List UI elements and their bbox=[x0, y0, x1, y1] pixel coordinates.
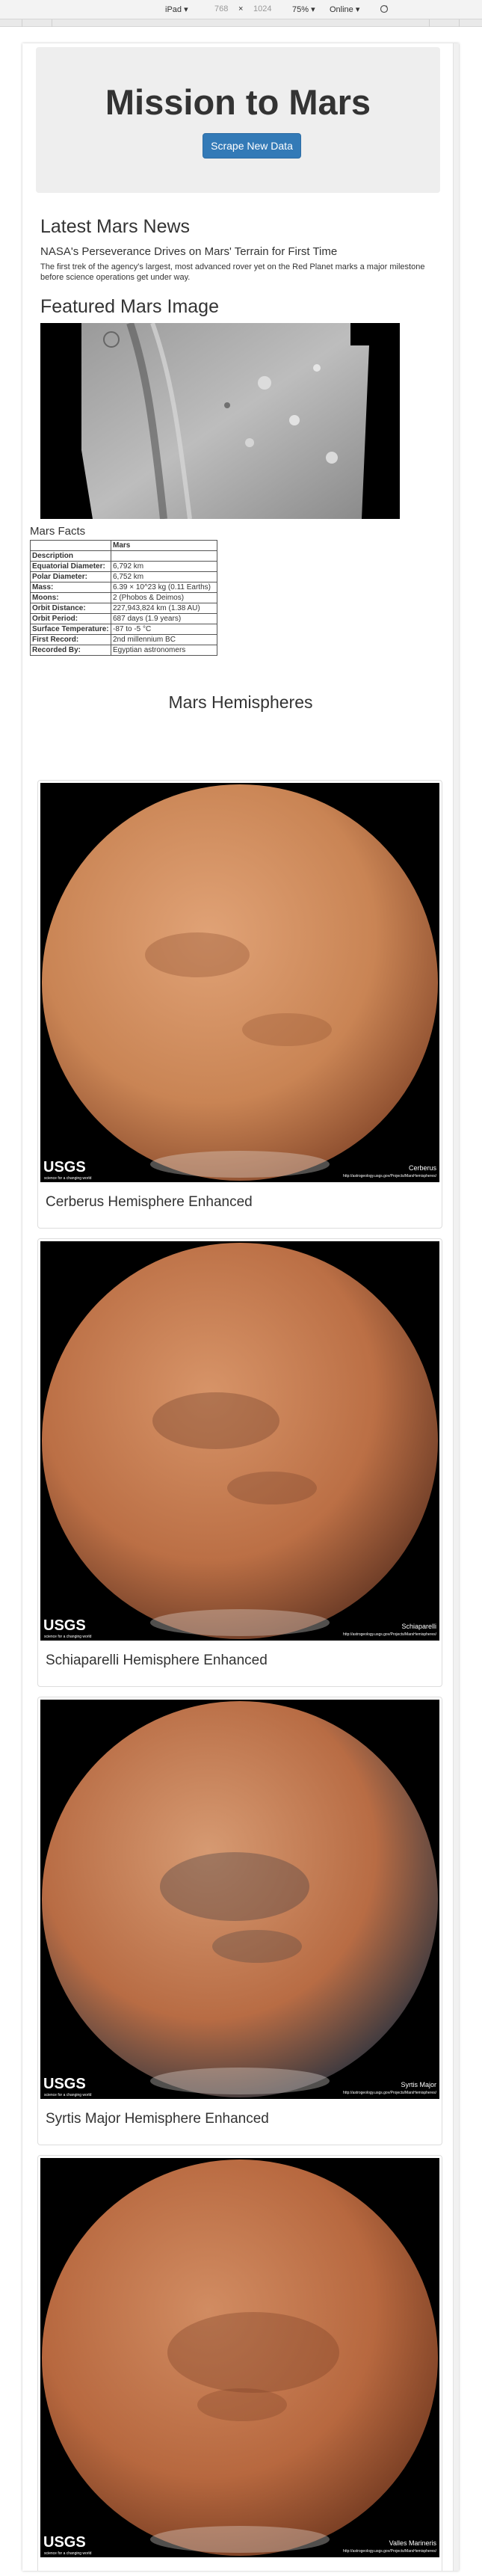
hemisphere-title[interactable]: Cerberus Hemisphere Enhanced bbox=[46, 1194, 253, 1211]
hemispheres-heading: Mars Hemispheres bbox=[168, 692, 313, 712]
usgs-logo: USGS bbox=[43, 1159, 86, 1175]
hemisphere-image-label: Cerberus bbox=[408, 1164, 436, 1172]
usgs-logo: USGS bbox=[43, 1617, 86, 1634]
facts-value: 2nd millennium BC bbox=[111, 634, 217, 645]
facts-header-row: Mars bbox=[30, 540, 217, 551]
usgs-tagline: science for a changing world bbox=[44, 1176, 92, 1181]
facts-key: Description bbox=[30, 550, 111, 562]
hemisphere-image-url: http://astrogeology.usgs.gov/Projects/Ma… bbox=[343, 2091, 436, 2095]
facts-value bbox=[111, 550, 217, 562]
facts-row: Recorded By: Egyptian astronomers bbox=[30, 645, 217, 656]
chevron-down-icon: ▾ bbox=[184, 5, 188, 14]
facts-row: Description bbox=[30, 550, 217, 562]
rotate-icon[interactable] bbox=[380, 4, 389, 16]
facts-value: 227,943,824 km (1.38 AU) bbox=[111, 603, 217, 614]
news-title: NASA's Perseverance Drives on Mars' Terr… bbox=[40, 245, 338, 258]
hemisphere-image[interactable]: USGS science for a changing world Schiap… bbox=[40, 1241, 439, 1641]
facts-key: Equatorial Diameter: bbox=[30, 561, 111, 572]
hemisphere-image-url: http://astrogeology.usgs.gov/Projects/Ma… bbox=[343, 1174, 436, 1178]
media-query-ruler bbox=[0, 19, 482, 27]
news-heading: Latest Mars News bbox=[40, 216, 191, 237]
usgs-tagline: science for a changing world bbox=[44, 2093, 92, 2097]
usgs-tagline: science for a changing world bbox=[44, 2551, 92, 2556]
facts-key: Recorded By: bbox=[30, 645, 111, 656]
facts-key: Polar Diameter: bbox=[30, 571, 111, 582]
hemisphere-image-label: Syrtis Major bbox=[401, 2081, 436, 2088]
zoom-select[interactable]: 75% ▾ bbox=[292, 4, 315, 14]
height-input[interactable]: 1024 bbox=[253, 4, 271, 13]
usgs-logo: USGS bbox=[43, 2534, 86, 2551]
featured-heading: Featured Mars Image bbox=[40, 296, 219, 317]
hemisphere-card[interactable]: USGS science for a changing world Schiap… bbox=[37, 1238, 442, 1687]
zoom-value: 75% bbox=[292, 5, 309, 14]
hemisphere-card[interactable]: USGS science for a changing world Syrtis… bbox=[37, 1697, 442, 2145]
facts-key: First Record: bbox=[30, 634, 111, 645]
network-select[interactable]: Online ▾ bbox=[330, 4, 359, 14]
mars-globe bbox=[40, 2158, 439, 2557]
facts-value: 6,752 km bbox=[111, 571, 217, 582]
usgs-tagline: science for a changing world bbox=[44, 1635, 92, 1639]
facts-key: Orbit Distance: bbox=[30, 603, 111, 614]
facts-row: Moons: 2 (Phobos & Deimos) bbox=[30, 592, 217, 603]
mars-globe bbox=[40, 1241, 439, 1641]
facts-row: Equatorial Diameter: 6,792 km bbox=[30, 561, 217, 572]
width-input[interactable]: 768 bbox=[214, 4, 228, 13]
facts-key: Moons: bbox=[30, 592, 111, 603]
device-name: iPad bbox=[165, 5, 182, 14]
facts-table: Mars Description Equatorial Diameter: 6,79… bbox=[30, 540, 217, 656]
facts-row: Orbit Period: 687 days (1.9 years) bbox=[30, 613, 217, 624]
facts-row: Mass: 6.39 × 10^23 kg (0.11 Earths) bbox=[30, 582, 217, 593]
hemisphere-image-url: http://astrogeology.usgs.gov/Projects/Ma… bbox=[343, 2549, 436, 2554]
jumbotron: Mission to Mars Scrape New Data bbox=[36, 47, 440, 193]
hemisphere-image-label: Valles Marineris bbox=[389, 2539, 436, 2547]
hemisphere-image[interactable]: USGS science for a changing world Cerber… bbox=[40, 783, 439, 1182]
usgs-logo: USGS bbox=[43, 2076, 86, 2092]
hemisphere-title[interactable]: Schiaparelli Hemisphere Enhanced bbox=[46, 1653, 268, 1669]
hemisphere-image[interactable]: USGS science for a changing world Syrtis… bbox=[40, 1700, 439, 2099]
times-icon: × bbox=[238, 4, 244, 13]
mars-globe bbox=[40, 783, 439, 1182]
facts-row: Polar Diameter: 6,752 km bbox=[30, 571, 217, 582]
facts-row: First Record: 2nd millennium BC bbox=[30, 634, 217, 645]
page-title: Mission to Mars bbox=[105, 82, 371, 122]
ruler-segment bbox=[0, 19, 22, 27]
ruler-segment bbox=[430, 19, 460, 27]
facts-key: Orbit Period: bbox=[30, 613, 111, 624]
hemisphere-image[interactable]: USGS science for a changing world Valles… bbox=[40, 2158, 439, 2557]
scrape-button[interactable]: Scrape New Data bbox=[203, 133, 301, 159]
hemisphere-card[interactable]: USGS science for a changing world Cerber… bbox=[37, 780, 442, 1229]
device-select[interactable]: iPad ▾ bbox=[165, 4, 188, 14]
facts-row: Orbit Distance: 227,943,824 km (1.38 AU) bbox=[30, 603, 217, 614]
facts-value: Egyptian astronomers bbox=[111, 645, 217, 656]
facts-row: Surface Temperature: -87 to -5 °C bbox=[30, 624, 217, 635]
hemisphere-title[interactable]: Syrtis Major Hemisphere Enhanced bbox=[46, 2111, 269, 2127]
news-paragraph: The first trek of the agency's largest, … bbox=[40, 262, 425, 282]
chevron-down-icon: ▾ bbox=[311, 5, 315, 14]
facts-corner-cell bbox=[30, 540, 111, 551]
facts-value: 6,792 km bbox=[111, 561, 217, 572]
facts-column-header: Mars bbox=[111, 540, 217, 551]
ruler-segment bbox=[52, 19, 430, 27]
facts-key: Surface Temperature: bbox=[30, 624, 111, 635]
scrollbar[interactable] bbox=[453, 43, 459, 2571]
featured-image-art bbox=[40, 322, 400, 520]
hemisphere-image-label: Schiaparelli bbox=[401, 1623, 436, 1630]
facts-value: 2 (Phobos & Deimos) bbox=[111, 592, 217, 603]
facts-value: 687 days (1.9 years) bbox=[111, 613, 217, 624]
network-value: Online bbox=[330, 5, 353, 14]
chevron-down-icon: ▾ bbox=[355, 5, 360, 14]
hemisphere-title[interactable]: Valles Marineris Hemisphere Enhanced bbox=[46, 2569, 294, 2571]
ruler-segment bbox=[22, 19, 52, 27]
facts-key: Mass: bbox=[30, 582, 111, 593]
device-toolbar: iPad ▾ 768 × 1024 75% ▾ Online ▾ bbox=[0, 0, 482, 19]
hemisphere-card[interactable]: USGS science for a changing world Valles… bbox=[37, 2155, 442, 2571]
facts-value: 6.39 × 10^23 kg (0.11 Earths) bbox=[111, 582, 217, 593]
page-viewport: Mission to Mars Scrape New Data Latest M… bbox=[22, 43, 459, 2571]
mars-globe bbox=[40, 1700, 439, 2099]
facts-value: -87 to -5 °C bbox=[111, 624, 217, 635]
facts-label: Mars Facts bbox=[30, 525, 86, 538]
featured-image[interactable] bbox=[40, 322, 400, 520]
hemisphere-image-url: http://astrogeology.usgs.gov/Projects/Ma… bbox=[343, 1632, 436, 1637]
